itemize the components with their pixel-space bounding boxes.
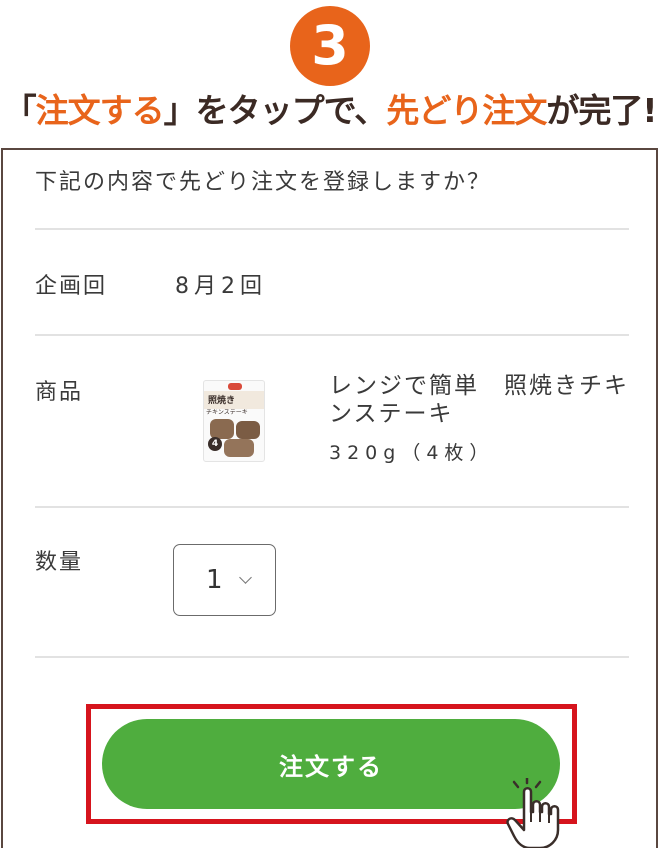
chevron-down-icon (239, 571, 252, 584)
divider (35, 334, 629, 336)
round-value: 8月2回 (175, 274, 267, 299)
quantity-select[interactable]: 1 (173, 544, 276, 616)
order-button[interactable]: 注文する (102, 719, 560, 809)
quantity-label: 数量 (35, 550, 84, 575)
headline-feature: 先どり注文 (386, 91, 547, 130)
chicken-image (236, 421, 260, 439)
headline-action: 注文する (35, 91, 165, 130)
divider (35, 506, 629, 508)
pointing-hand-icon (506, 778, 560, 848)
confirmation-prompt: 下記の内容で先どり注文を登録しますか？ (35, 170, 492, 195)
product-size: 320g（4枚） (329, 442, 495, 464)
product-label: 商品 (35, 380, 84, 405)
divider (35, 656, 629, 658)
quantity-value: 1 (206, 565, 223, 595)
product-thumbnail: 照焼き チキンステーキ 4 (203, 380, 265, 462)
step-number-badge: 3 (290, 6, 370, 86)
round-label: 企画回 (35, 274, 108, 299)
chicken-image (210, 419, 234, 439)
product-name: レンジで簡単 照焼きチキンステーキ (329, 373, 629, 427)
brand-logo-icon (228, 383, 242, 390)
chicken-image (224, 439, 254, 457)
headline-close-bracket: 」 (163, 91, 197, 130)
headline-open-bracket: 「 (3, 91, 37, 130)
thumbnail-count: 4 (208, 437, 222, 451)
headline-end: が完了! (546, 91, 657, 130)
headline-middle: をタップで、 (195, 91, 388, 130)
divider (35, 228, 629, 230)
thumbnail-subtitle: チキンステーキ (206, 409, 248, 416)
instruction-headline: 「注文する」をタップで、先どり注文が完了! (0, 84, 660, 134)
thumbnail-title: 照焼き (208, 396, 236, 406)
